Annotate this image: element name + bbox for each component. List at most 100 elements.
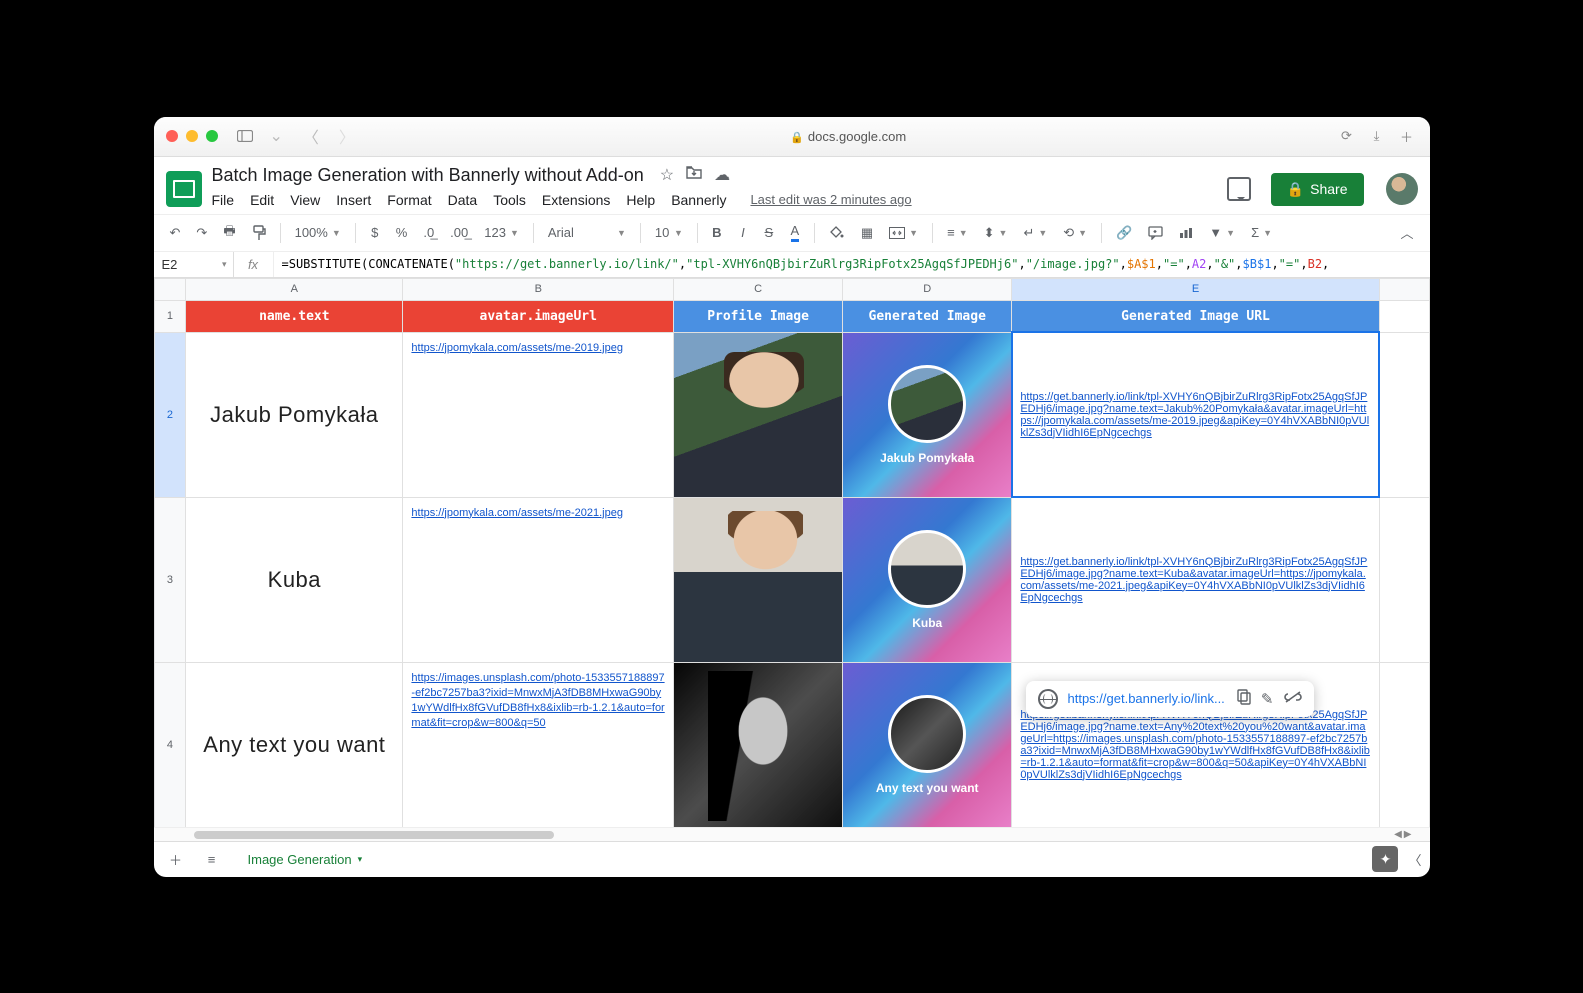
side-panel-toggle[interactable]: 〈 xyxy=(1408,850,1421,869)
menu-file[interactable]: File xyxy=(212,192,235,208)
text-color-button[interactable]: A xyxy=(784,219,806,246)
column-header[interactable]: C xyxy=(674,278,843,300)
dropdown-icon[interactable]: ⌄ xyxy=(264,126,289,146)
collapse-toolbar-button[interactable]: ︿ xyxy=(1394,219,1419,246)
functions-button[interactable]: Σ▼ xyxy=(1245,223,1278,242)
menu-edit[interactable]: Edit xyxy=(250,192,274,208)
horizontal-align-button[interactable]: ≡▼ xyxy=(941,223,974,242)
strikethrough-button[interactable]: S xyxy=(758,221,780,244)
cell[interactable] xyxy=(1379,497,1429,662)
column-header[interactable]: E xyxy=(1012,278,1379,300)
column-header[interactable]: D xyxy=(843,278,1012,300)
header-cell[interactable]: Profile Image xyxy=(674,300,843,332)
nav-back-button[interactable]: 〈 xyxy=(297,124,325,148)
cell-profile-image[interactable] xyxy=(674,332,843,497)
italic-button[interactable]: I xyxy=(732,221,754,244)
print-button[interactable]: 🖶 xyxy=(217,218,241,248)
menu-extensions[interactable]: Extensions xyxy=(542,192,610,208)
cloud-status-icon[interactable]: ☁ xyxy=(714,165,730,185)
column-header[interactable]: B xyxy=(403,278,674,300)
link-preview-url[interactable]: https://get.bannerly.io/link... xyxy=(1068,691,1227,706)
fill-color-button[interactable] xyxy=(823,221,851,245)
menu-bannerly[interactable]: Bannerly xyxy=(671,192,726,208)
address-bar[interactable]: 🔒docs.google.com xyxy=(369,129,1328,144)
number-format-select[interactable]: 123▼ xyxy=(478,223,525,242)
link[interactable]: https://get.bannerly.io/link/tpl-XVHY6nQ… xyxy=(1020,391,1369,439)
move-icon[interactable] xyxy=(686,165,702,185)
insert-link-button[interactable]: 🔗 xyxy=(1110,221,1138,245)
borders-button[interactable]: ▦ xyxy=(855,221,879,245)
cell[interactable] xyxy=(1379,332,1429,497)
share-button[interactable]: 🔒 Share xyxy=(1271,173,1364,206)
cell-name[interactable]: Jakub Pomykała xyxy=(186,332,403,497)
account-avatar[interactable] xyxy=(1386,173,1418,205)
comments-button[interactable] xyxy=(1227,177,1251,201)
nav-forward-button[interactable]: 〉 xyxy=(333,124,361,148)
font-size-select[interactable]: 10▼ xyxy=(649,223,689,242)
cell-profile-image[interactable] xyxy=(674,662,843,827)
menu-data[interactable]: Data xyxy=(448,192,478,208)
all-sheets-button[interactable]: ≡ xyxy=(198,845,226,873)
link[interactable]: https://jpomykala.com/assets/me-2019.jpe… xyxy=(411,342,623,354)
star-icon[interactable]: ☆ xyxy=(660,165,674,185)
percent-button[interactable]: % xyxy=(390,221,414,244)
cell[interactable] xyxy=(1379,300,1429,332)
name-box[interactable]: E2 xyxy=(154,252,234,277)
decimal-decrease-button[interactable]: .0̲ xyxy=(417,221,440,244)
scroll-right-button[interactable]: ▶ xyxy=(1404,829,1412,840)
row-header[interactable]: 1 xyxy=(154,300,186,332)
font-family-select[interactable]: Arial▼ xyxy=(542,223,632,242)
cell-generated-image[interactable]: Kuba xyxy=(843,497,1012,662)
link[interactable]: https://images.unsplash.com/photo-153355… xyxy=(411,672,664,729)
add-sheet-button[interactable]: ＋ xyxy=(162,845,190,873)
decimal-increase-button[interactable]: .00̲ xyxy=(444,221,474,244)
cell-avatar-url[interactable]: https://jpomykala.com/assets/me-2019.jpe… xyxy=(403,332,674,497)
row-header[interactable]: 2 xyxy=(154,332,186,497)
link[interactable]: https://get.bannerly.io/link/tpl-XVHY6nQ… xyxy=(1020,709,1370,781)
menu-tools[interactable]: Tools xyxy=(493,192,526,208)
row-header[interactable]: 3 xyxy=(154,497,186,662)
cell[interactable] xyxy=(1379,662,1429,827)
zoom-select[interactable]: 100%▼ xyxy=(289,223,347,242)
select-all-cell[interactable] xyxy=(154,278,186,300)
sheets-logo-icon[interactable] xyxy=(166,171,202,207)
undo-button[interactable]: ↶ xyxy=(164,221,187,245)
vertical-align-button[interactable]: ⬍▼ xyxy=(978,223,1014,243)
menu-help[interactable]: Help xyxy=(626,192,655,208)
horizontal-scrollbar[interactable]: ◀▶ xyxy=(154,827,1430,841)
scroll-left-button[interactable]: ◀ xyxy=(1394,829,1402,840)
filter-button[interactable]: ▼▼ xyxy=(1203,223,1241,242)
bold-button[interactable]: B xyxy=(706,221,728,244)
header-cell[interactable]: name.text xyxy=(186,300,403,332)
header-cell[interactable]: avatar.imageUrl xyxy=(403,300,674,332)
last-edit-text[interactable]: Last edit was 2 minutes ago xyxy=(750,192,911,207)
paint-format-button[interactable] xyxy=(246,221,272,245)
header-cell[interactable]: Generated Image xyxy=(843,300,1012,332)
link[interactable]: https://jpomykala.com/assets/me-2021.jpe… xyxy=(411,507,623,519)
spreadsheet-grid[interactable]: A B C D E 1 name.text avatar.imageUrl Pr… xyxy=(154,278,1430,827)
column-header[interactable]: A xyxy=(186,278,403,300)
sidebar-toggle-icon[interactable] xyxy=(234,125,256,147)
cell-generated-url[interactable]: https://get.bannerly.io/link/tpl-XVHY6nQ… xyxy=(1012,497,1379,662)
explore-button[interactable]: ✦ xyxy=(1372,846,1398,872)
cell-name[interactable]: Any text you want xyxy=(186,662,403,827)
unlink-button[interactable] xyxy=(1284,690,1302,707)
cell-name[interactable]: Kuba xyxy=(186,497,403,662)
cell-avatar-url[interactable]: https://jpomykala.com/assets/me-2021.jpe… xyxy=(403,497,674,662)
column-header[interactable] xyxy=(1379,278,1429,300)
edit-link-button[interactable]: ✎ xyxy=(1261,690,1274,708)
document-title[interactable]: Batch Image Generation with Bannerly wit… xyxy=(212,165,644,186)
close-window-button[interactable] xyxy=(166,130,178,142)
menu-format[interactable]: Format xyxy=(387,192,431,208)
cell-generated-image[interactable]: Jakub Pomykała xyxy=(843,332,1012,497)
redo-button[interactable]: ↷ xyxy=(190,221,213,245)
text-wrap-button[interactable]: ↵▼ xyxy=(1017,223,1053,243)
row-header[interactable]: 4 xyxy=(154,662,186,827)
minimize-window-button[interactable] xyxy=(186,130,198,142)
cell-profile-image[interactable] xyxy=(674,497,843,662)
menu-insert[interactable]: Insert xyxy=(336,192,371,208)
link[interactable]: https://get.bannerly.io/link/tpl-XVHY6nQ… xyxy=(1020,556,1367,604)
downloads-button[interactable]: ⤓ xyxy=(1366,125,1388,147)
insert-comment-button[interactable] xyxy=(1142,222,1169,244)
reload-button[interactable]: ⟳ xyxy=(1336,125,1358,147)
